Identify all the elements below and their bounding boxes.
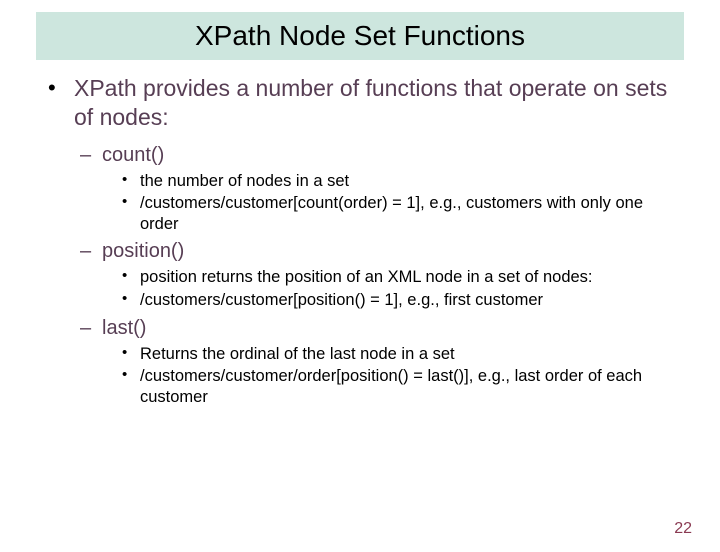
function-name: position() [102, 240, 184, 262]
function-point: /customers/customer/order[position() = l… [120, 366, 680, 407]
function-name: count() [102, 144, 164, 166]
function-point: /customers/customer[count(order) = 1], e… [120, 193, 680, 234]
slide-title: XPath Node Set Functions [195, 20, 525, 52]
intro-bullet: XPath provides a number of functions tha… [40, 74, 680, 408]
function-point: the number of nodes in a set [120, 171, 680, 192]
page-number: 22 [674, 520, 692, 538]
function-name: last() [102, 317, 146, 339]
bullet-list-level3: position returns the position of an XML … [120, 267, 680, 310]
bullet-list-level3: the number of nodes in a set /customers/… [120, 171, 680, 235]
function-item-count: count() the number of nodes in a set /cu… [78, 142, 680, 235]
bullet-list-level2: count() the number of nodes in a set /cu… [78, 142, 680, 408]
function-item-last: last() Returns the ordinal of the last n… [78, 315, 680, 408]
intro-text: XPath provides a number of functions tha… [74, 75, 667, 130]
bullet-list-level1: XPath provides a number of functions tha… [40, 74, 680, 408]
slide-title-band: XPath Node Set Functions [36, 12, 684, 60]
function-point: /customers/customer[position() = 1], e.g… [120, 290, 680, 311]
bullet-list-level3: Returns the ordinal of the last node in … [120, 344, 680, 408]
function-point: position returns the position of an XML … [120, 267, 680, 288]
function-item-position: position() position returns the position… [78, 238, 680, 310]
function-point: Returns the ordinal of the last node in … [120, 344, 680, 365]
